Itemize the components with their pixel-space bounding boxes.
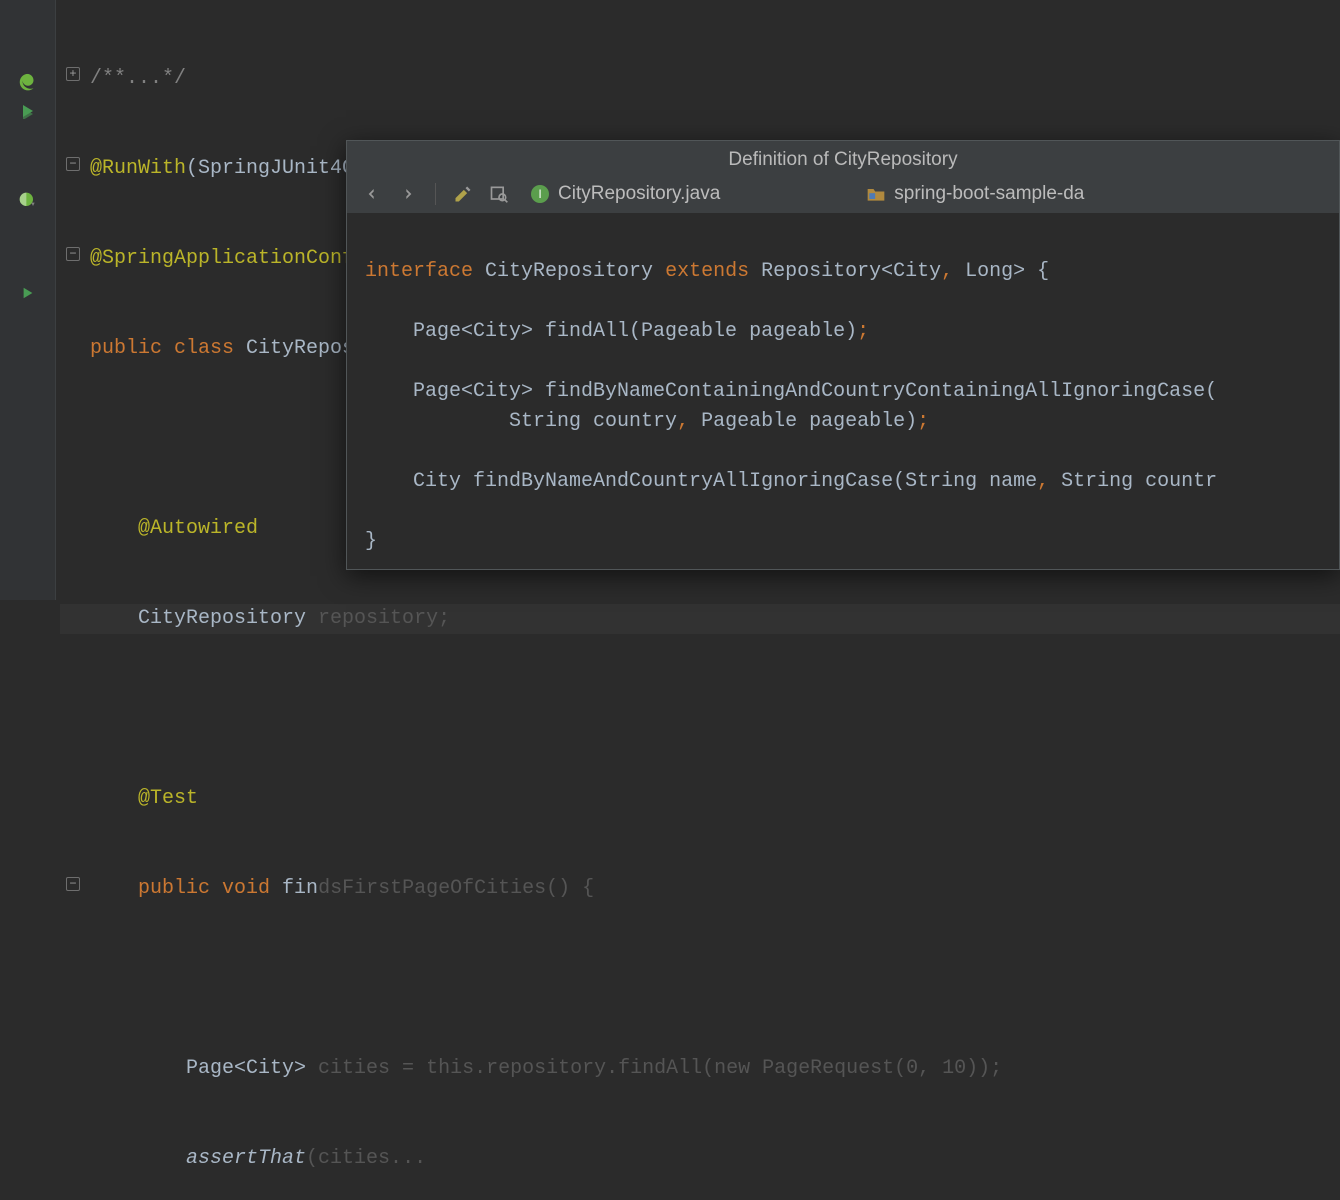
definition-module-name: spring-boot-sample-da	[894, 183, 1084, 205]
autowired-gutter-icon[interactable]	[17, 190, 39, 212]
spring-bean-icon[interactable]	[17, 72, 39, 94]
run-test-class-icon[interactable]	[17, 100, 39, 122]
svg-text:I: I	[538, 187, 541, 201]
annotation-test: @Test	[138, 787, 198, 810]
fold-collapse-icon[interactable]	[66, 877, 80, 891]
popup-title: Definition of CityRepository	[347, 141, 1339, 177]
quick-definition-popup[interactable]: Definition of CityRepository I CityRepos…	[346, 140, 1340, 570]
toolbar-separator	[435, 183, 436, 205]
annotation-autowired: @Autowired	[138, 517, 258, 540]
gutter	[0, 0, 56, 600]
nav-forward-button[interactable]	[395, 181, 421, 207]
interface-icon: I	[530, 184, 550, 204]
annotation-runwith: @RunWith	[90, 157, 186, 180]
definition-file[interactable]: I CityRepository.java	[522, 181, 728, 207]
edit-source-button[interactable]	[450, 181, 476, 207]
caret-line[interactable]: CityRepository repository;	[60, 604, 1340, 634]
definition-file-name: CityRepository.java	[558, 183, 720, 205]
module-folder-icon	[866, 185, 886, 203]
popup-toolbar: I CityRepository.java spring-boot-sample…	[347, 177, 1339, 213]
fold-collapse-icon[interactable]	[66, 157, 80, 171]
run-test-icon[interactable]	[17, 282, 39, 304]
folded-comment: /**...*/	[90, 67, 186, 90]
fold-expand-icon[interactable]	[66, 67, 80, 81]
fold-collapse-icon[interactable]	[66, 247, 80, 261]
field-type: CityRepository	[138, 607, 318, 630]
show-source-button[interactable]	[486, 181, 512, 207]
definition-module[interactable]: spring-boot-sample-da	[858, 181, 1092, 207]
nav-back-button[interactable]	[359, 181, 385, 207]
definition-code[interactable]: interface CityRepository extends Reposit…	[347, 213, 1339, 570]
